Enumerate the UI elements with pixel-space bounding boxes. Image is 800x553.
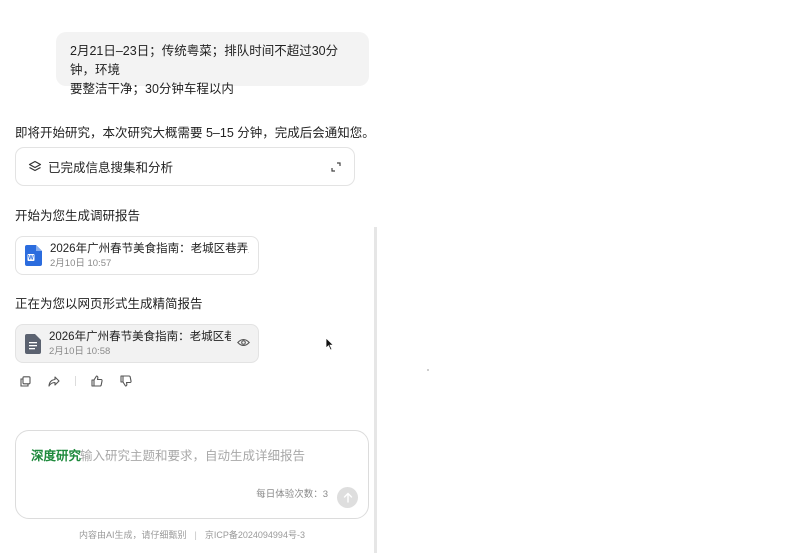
thumbs-up-icon[interactable] bbox=[89, 374, 105, 388]
document-icon bbox=[25, 333, 41, 354]
web-report-file-date: 2月10日 10:58 bbox=[49, 345, 111, 357]
mouse-cursor-icon bbox=[325, 337, 335, 356]
word-doc-icon: W bbox=[25, 245, 42, 266]
user-message-bubble: 2月21日–23日；传统粤菜；排队时间不超过30分钟，环境 要整洁干净；30分钟… bbox=[56, 32, 369, 96]
action-separator bbox=[75, 376, 76, 386]
chat-input-box[interactable]: 深度研究 输入研究主题和要求，自动生成详细报告 每日体验次数：3 bbox=[15, 430, 369, 519]
deep-research-mode-tag[interactable]: 深度研究 bbox=[31, 445, 81, 464]
svg-text:W: W bbox=[28, 256, 34, 262]
report-file-title: 2026年广州春节美食指南：老城区巷弄里的3... bbox=[50, 242, 249, 255]
user-message-line1: 2月21日–23日；传统粤菜；排队时间不超过30分钟，环境 bbox=[70, 44, 339, 77]
assistant-intro-text: 即将开始研究，本次研究大概需要 5–15 分钟，完成后会通知您。 bbox=[15, 126, 375, 140]
footer: 内容由AI生成，请仔细甄别 | 京ICP备2024094994号-3 bbox=[0, 528, 384, 541]
report-file-date: 2月10日 10:57 bbox=[50, 257, 112, 269]
web-report-file-card[interactable]: 2026年广州春节美食指南：老城区巷弄里的3 2月10日 10:58 bbox=[15, 324, 259, 363]
report-file-card[interactable]: W 2026年广州春节美食指南：老城区巷弄里的3... 2月10日 10:57 bbox=[15, 236, 259, 275]
thumbs-down-icon[interactable] bbox=[118, 374, 134, 388]
research-status-card[interactable]: 已完成信息搜集和分析 bbox=[15, 147, 355, 186]
copy-icon[interactable] bbox=[17, 374, 33, 388]
chat-input-placeholder[interactable]: 输入研究主题和要求，自动生成详细报告 bbox=[80, 445, 305, 464]
loading-dot bbox=[427, 369, 429, 371]
layers-icon bbox=[28, 160, 42, 174]
send-button[interactable] bbox=[337, 487, 358, 508]
icp-link[interactable]: 京ICP备2024094994号-3 bbox=[205, 530, 305, 540]
daily-quota-text: 每日体验次数：3 bbox=[256, 489, 328, 500]
panel-scrollbar[interactable] bbox=[374, 227, 377, 553]
ai-disclaimer: 内容由AI生成，请仔细甄别 bbox=[79, 530, 187, 540]
footer-separator: | bbox=[194, 530, 197, 540]
web-report-file-title: 2026年广州春节美食指南：老城区巷弄里的3 bbox=[49, 330, 231, 343]
status-label: 已完成信息搜集和分析 bbox=[48, 161, 174, 175]
expand-icon[interactable] bbox=[330, 161, 342, 173]
share-icon[interactable] bbox=[46, 374, 62, 388]
report-heading: 开始为您生成调研报告 bbox=[15, 209, 141, 223]
arrow-up-icon bbox=[343, 492, 353, 503]
user-message-line2: 要整洁干净；30分钟车程以内 bbox=[70, 82, 234, 96]
eye-icon[interactable] bbox=[237, 336, 250, 349]
web-report-heading: 正在为您以网页形式生成精简报告 bbox=[15, 297, 203, 311]
message-actions bbox=[17, 374, 147, 388]
